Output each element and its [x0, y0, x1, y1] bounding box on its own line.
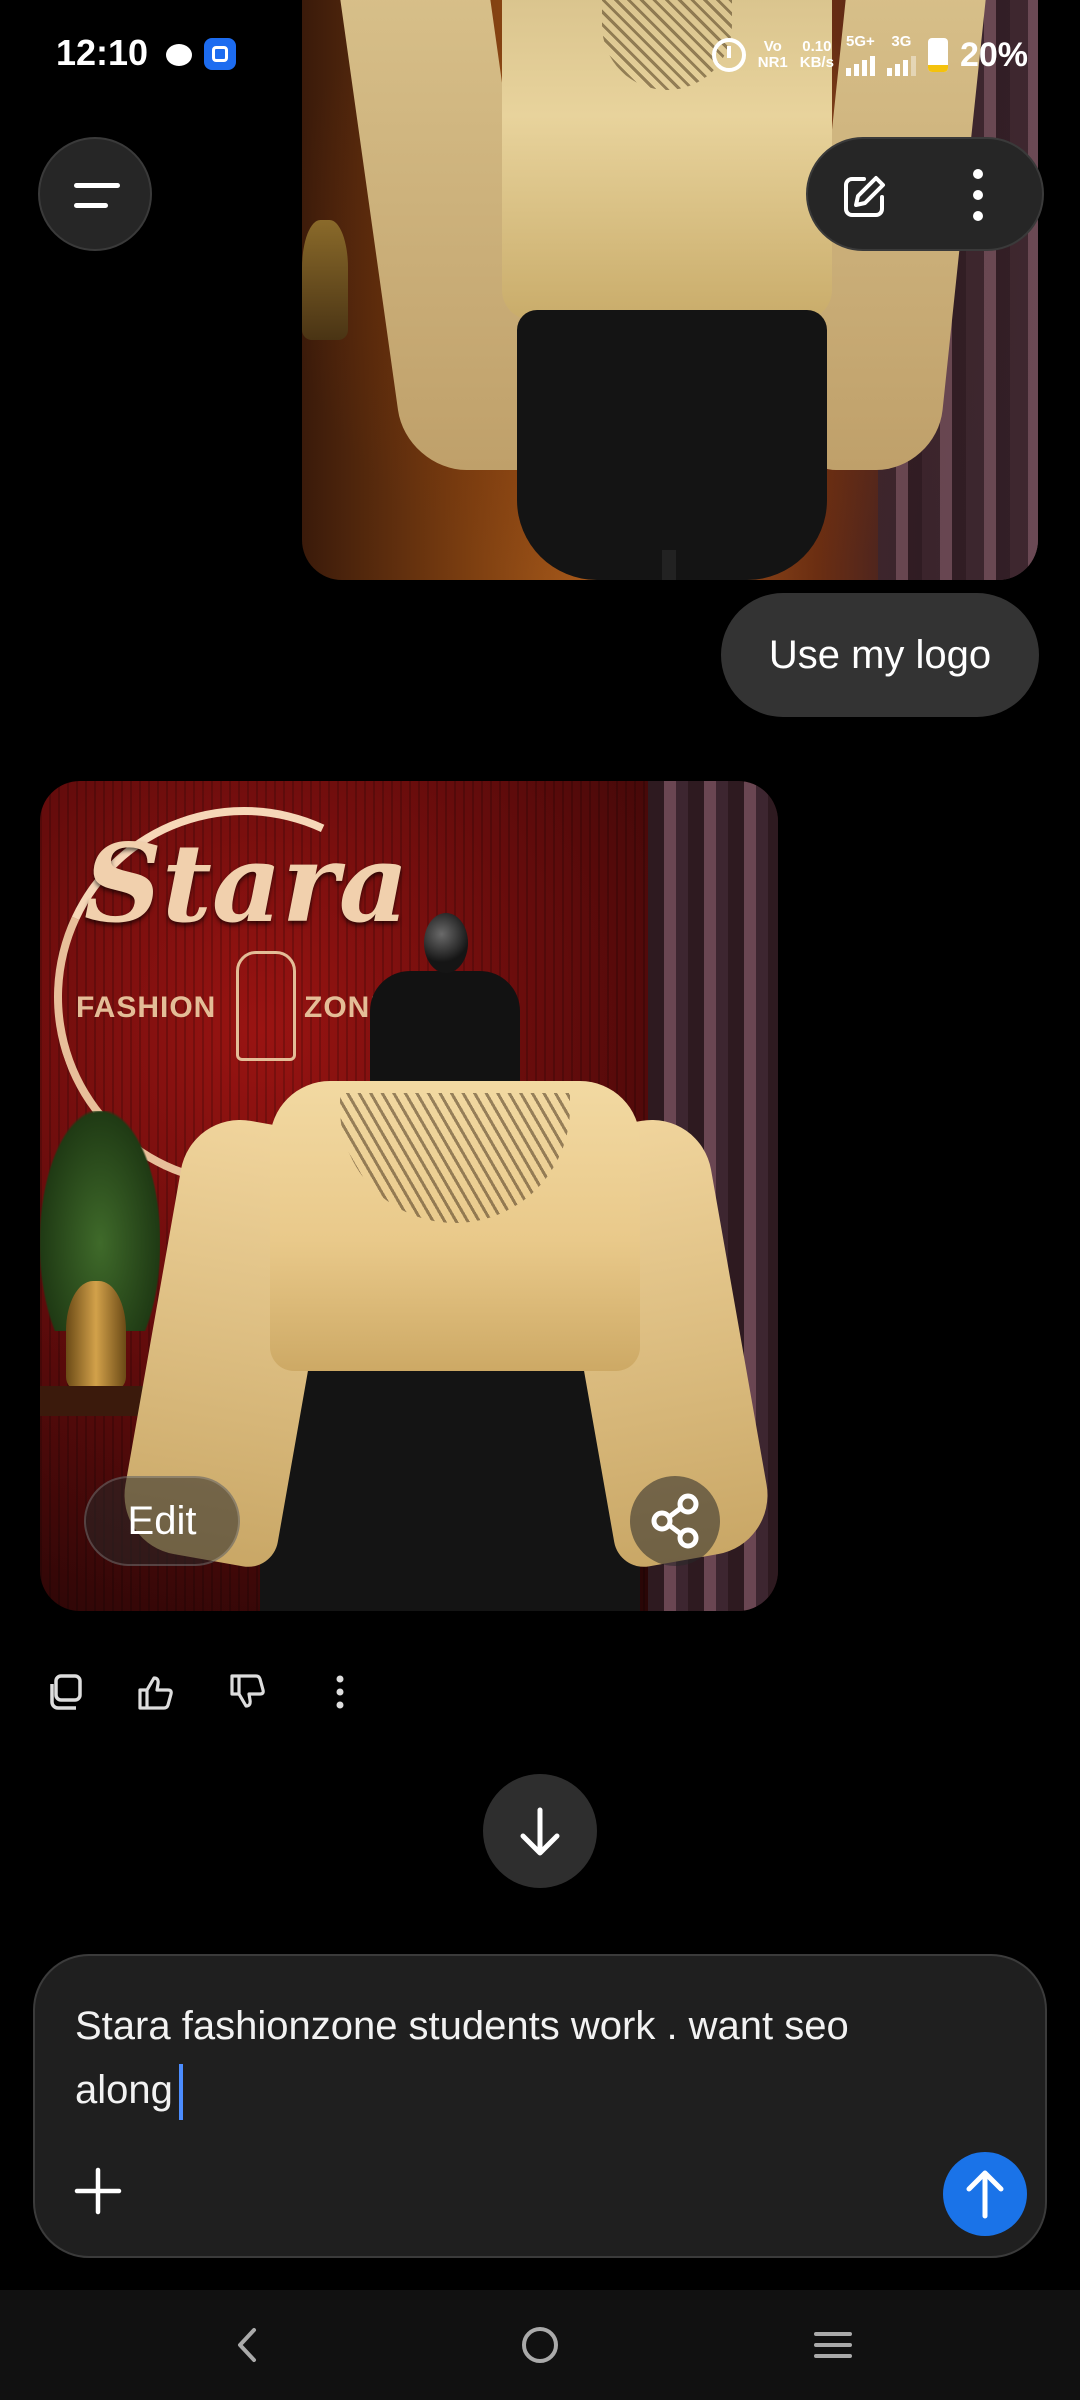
- dressform-logo-icon: [236, 951, 296, 1061]
- thumbs-down-icon[interactable]: [228, 1672, 268, 1712]
- image-mannequin-neck: [370, 971, 520, 1091]
- system-nav-bar: [0, 2290, 1080, 2400]
- generated-image[interactable]: Stara FASHION ZONE Edit: [40, 781, 778, 1611]
- user-message-bubble[interactable]: Use my logo: [721, 593, 1039, 717]
- top-actions: [806, 137, 1044, 251]
- menu-icon: [74, 183, 120, 188]
- chat-screen: 12:10 Vo NR1 0.10 KB/s 5G+ 3G 20% Use my…: [0, 0, 1080, 2400]
- image-vase: [66, 1281, 126, 1391]
- network-speed-value: 0.10: [802, 38, 832, 55]
- plus-icon[interactable]: [73, 2166, 123, 2216]
- network-type-1: 5G+: [846, 33, 875, 50]
- volte-indicator: Vo NR1: [758, 39, 788, 71]
- send-button[interactable]: [943, 2152, 1027, 2236]
- arrow-up-icon: [966, 2170, 1004, 2219]
- battery-icon: [927, 38, 948, 72]
- recents-icon[interactable]: [808, 2320, 858, 2370]
- alarm-icon: [711, 38, 746, 72]
- battery-percent: 20%: [959, 35, 1028, 74]
- volte-label: Vo: [763, 38, 782, 55]
- signal-2: 3G: [886, 33, 916, 76]
- signal-1: 5G+: [845, 33, 875, 76]
- logo-fashion-text: FASHION: [76, 991, 217, 1024]
- message-input[interactable]: Stara fashionzone students work . want s…: [75, 1994, 955, 2122]
- image-stand: [662, 550, 676, 580]
- chat-notification-icon: [166, 44, 192, 66]
- image-mannequin: [517, 310, 827, 580]
- network-speed-unit: KB/s: [799, 54, 834, 71]
- signal-bars-2-icon: [886, 50, 916, 76]
- network-type-2: 3G: [891, 33, 912, 50]
- more-vertical-icon[interactable]: [320, 1672, 360, 1712]
- edit-icon[interactable]: [842, 173, 888, 219]
- status-bar: 12:10 Vo NR1 0.10 KB/s 5G+ 3G 20%: [0, 0, 1080, 110]
- app-notification-icon: [204, 38, 236, 70]
- menu-button[interactable]: [38, 137, 152, 251]
- edit-image-button[interactable]: Edit: [84, 1476, 240, 1566]
- menu-icon-bar: [74, 203, 108, 208]
- status-right-group: Vo NR1 0.10 KB/s 5G+ 3G 20%: [711, 33, 1028, 76]
- image-mannequin-body: [260, 1351, 640, 1611]
- arrow-down-icon: [520, 1807, 560, 1856]
- share-icon: [651, 1493, 699, 1549]
- signal-bars-1-icon: [845, 50, 875, 76]
- network-speed: 0.10 KB/s: [800, 39, 834, 71]
- text-caret: [178, 2064, 183, 2121]
- message-input-text: Stara fashionzone students work . want s…: [75, 2004, 860, 2112]
- more-vertical-icon[interactable]: [972, 169, 984, 221]
- message-composer[interactable]: Stara fashionzone students work . want s…: [33, 1954, 1047, 2258]
- status-time: 12:10: [56, 32, 149, 73]
- image-mannequin-head: [424, 913, 468, 973]
- back-icon[interactable]: [222, 2320, 272, 2370]
- nr-label: NR1: [757, 54, 788, 71]
- copy-icon[interactable]: [44, 1672, 84, 1712]
- scroll-down-button[interactable]: [483, 1774, 597, 1888]
- response-actions: [44, 1672, 360, 1712]
- logo-script-text: Stara: [84, 821, 409, 947]
- thumbs-up-icon[interactable]: [136, 1672, 176, 1712]
- share-button[interactable]: [630, 1476, 720, 1566]
- image-vase: [302, 220, 348, 340]
- home-icon[interactable]: [515, 2320, 565, 2370]
